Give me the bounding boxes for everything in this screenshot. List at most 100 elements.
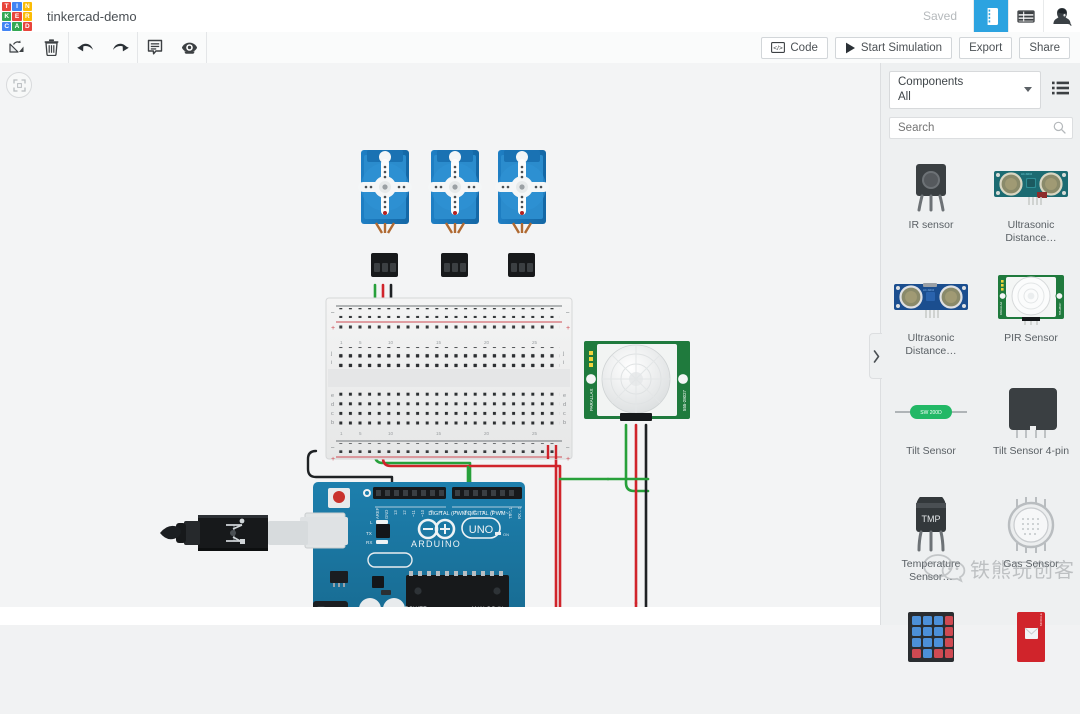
circuits-view-button[interactable] [973,0,1008,32]
component-tilt-sensor[interactable]: SW 200D Tilt Sensor [881,375,981,488]
notes-button[interactable] [138,32,172,63]
share-button[interactable]: Share [1019,36,1070,59]
temperature-sensor-body-text: TMP [922,514,941,524]
svg-text:10: 10 [388,431,394,436]
component-label: Ultrasonic Distance… [905,332,957,357]
circuit-drawing: – + – + ji edcb ji edcb 1 5 10 15 20 25 … [160,150,690,625]
code-button-label: Code [790,41,818,54]
fit-view-icon [12,78,26,92]
component-vibration-motor[interactable]: MODULE [981,601,1080,714]
logo-letter: N [22,2,32,11]
temperature-sensor-icon: TMP [906,494,956,556]
svg-text:13: 13 [393,510,398,515]
search-container [889,117,1073,139]
component-category-select[interactable]: Components All [889,71,1041,109]
chevron-right-icon [873,349,879,363]
svg-text:10: 10 [388,340,394,345]
start-simulation-button[interactable]: Start Simulation [834,36,953,59]
svg-text:555-28027: 555-28027 [1058,302,1062,315]
svg-text:15: 15 [436,340,442,345]
digital-header-label: DIGITAL (PWM~) [428,511,471,517]
svg-text:b: b [563,420,566,426]
svg-text:i: i [563,360,564,366]
components-grid: IR sensor HC-SR04 Ultrasonic Distance… H… [881,149,1080,714]
svg-text:12: 12 [402,510,407,515]
canvas-bottom-strip [0,607,880,625]
toolbar-group-view [138,32,207,63]
top-bar: T I N K E R C A D tinkercad-demo Saved [0,0,1080,33]
svg-text:20: 20 [484,340,490,345]
delete-button[interactable] [34,32,68,63]
search-input[interactable] [889,117,1073,139]
chevron-down-icon [1024,87,1032,92]
svg-text:25: 25 [532,340,538,345]
rotate-button[interactable] [0,32,34,63]
pir-sensor-icon: PARALLAX 555-28027 [995,268,1067,330]
pir-label-left: PARALLAX [589,389,594,411]
pir-sensor[interactable]: PARALLAX 555-28027 [584,341,690,421]
component-keypad[interactable] [881,601,981,714]
tilt-sensor-icon: SW 200D [895,381,967,443]
arduino-uno[interactable]: AREF GND 13 12 ~11 ~10 ~9 8 7 ~6 ~5 4 ~3… [304,482,525,625]
logo-letter: D [22,22,32,31]
tilt-sensor-body-text: SW 200D [920,410,942,416]
breadboard[interactable]: – + – + ji edcb ji edcb 1 5 10 15 20 25 … [325,297,573,463]
components-panel: Components All Search IR sensor HC-SR04 … [869,63,1080,662]
component-ultrasonic-distance-sensor[interactable]: HC-SR04 Ultrasonic Distance… [881,262,981,375]
svg-text:HC-SR04: HC-SR04 [923,288,935,292]
export-button[interactable]: Export [959,36,1013,59]
svg-text:c: c [331,411,334,417]
component-pir-sensor[interactable]: PARALLAX 555-28027 PIR Sensor [981,262,1080,375]
svg-text:TX: TX [366,531,372,536]
visibility-button[interactable] [172,32,206,63]
svg-text:e: e [331,393,334,399]
save-status: Saved [922,9,957,23]
collapse-panel-button[interactable] [869,333,882,379]
pir-label-right: 555-28027 [682,389,687,411]
redo-button[interactable] [103,32,137,63]
component-gas-sensor[interactable]: Gas Sensor [981,488,1080,601]
servo-motor-3[interactable] [495,150,549,277]
svg-text:1: 1 [340,431,343,436]
code-icon: </> [771,42,786,53]
fit-to-view-button[interactable] [6,72,32,98]
svg-text:~11: ~11 [411,510,416,517]
svg-text:c: c [563,411,566,417]
code-button[interactable]: </> Code [761,36,828,59]
visibility-icon [181,42,197,54]
category-title: Components [898,76,964,88]
svg-text:RX←0: RX←0 [517,506,522,519]
tinkercad-circuits-app: T I N K E R C A D tinkercad-demo Saved <… [0,0,1080,662]
component-temperature-sensor[interactable]: TMP Temperature Sensor… [881,488,981,601]
tinkercad-logo[interactable]: T I N K E R C A D [1,1,33,31]
svg-text:e: e [563,393,566,399]
servo-motor-2[interactable] [428,150,482,277]
panel-list-view-button[interactable] [1047,71,1073,105]
component-label: Temperature Sensor… [901,558,961,583]
logo-letter: I [12,2,22,11]
svg-text:b: b [331,420,334,426]
components-table-button[interactable] [1008,0,1043,32]
svg-text:+: + [331,456,335,463]
component-label: Gas Sensor [1003,558,1059,570]
user-avatar-button[interactable] [1043,0,1080,32]
servo-motor-1[interactable] [358,150,412,277]
logo-letter: R [22,12,32,21]
component-ir-sensor[interactable]: IR sensor [881,149,981,262]
svg-text:20: 20 [484,431,490,436]
avatar [1053,8,1072,26]
components-table-icon [1017,9,1035,23]
toolbar-group-edit [0,32,69,63]
svg-text:MODULE: MODULE [1039,613,1043,626]
gas-sensor-icon [1003,494,1059,556]
power-on-label: ON [503,532,509,537]
component-tilt-sensor-4-pin[interactable]: Tilt Sensor 4-pin [981,375,1080,488]
document-title[interactable]: tinkercad-demo [47,9,137,24]
logo-letter: K [2,12,12,21]
category-value: All [898,91,911,103]
component-ultrasonic-distance-sensor-4pin[interactable]: HC-SR04 Ultrasonic Distance… [981,149,1080,262]
circuit-canvas[interactable]: – + – + ji edcb ji edcb 1 5 10 15 20 25 … [0,63,880,625]
undo-button[interactable] [69,32,103,63]
rotate-icon [9,40,24,53]
svg-text:~10: ~10 [420,509,425,517]
